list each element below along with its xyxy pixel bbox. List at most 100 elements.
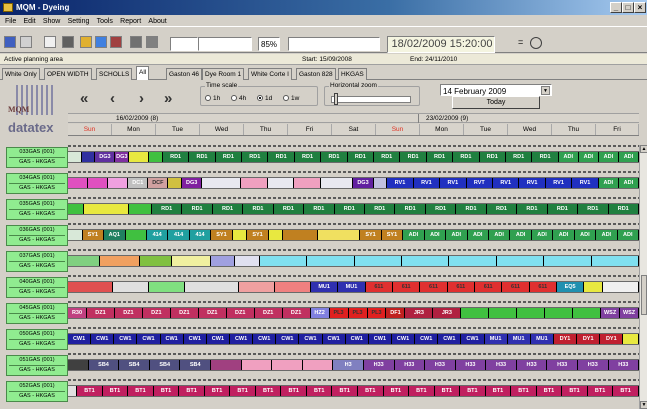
window-icon[interactable] [62,36,74,48]
job-bar[interactable]: MU1 [484,334,508,344]
print-icon[interactable] [130,36,142,48]
job-bar[interactable]: RD1 [162,152,190,162]
job-bar[interactable] [83,204,129,214]
job-bar[interactable]: RD1 [294,152,322,162]
tab-dye-room-1[interactable]: Dye Room 1 [202,68,245,80]
job-bar[interactable]: SB4 [149,360,181,370]
job-bar[interactable]: CW1 [391,334,416,344]
job-bar[interactable] [496,256,545,266]
edit-icon[interactable] [80,36,92,48]
job-bar[interactable]: SB4 [119,360,150,370]
job-bar[interactable]: RD1 [182,204,213,214]
job-bar[interactable]: RV1 [387,178,414,188]
job-bar[interactable]: AQ1 [104,230,126,240]
job-bar[interactable]: MU1 [530,334,554,344]
clock-icon[interactable] [530,37,542,49]
job-bar[interactable] [591,256,640,266]
job-bar[interactable]: ADI [510,230,532,240]
timescale-1d-radio[interactable]: 1d [257,95,272,102]
job-bar[interactable]: 611 [420,282,448,292]
job-bar[interactable]: SB4 [88,360,120,370]
job-bar[interactable]: ADI [553,230,575,240]
job-bar[interactable]: SY1 [247,230,269,240]
job-bar[interactable]: DY1 [553,334,578,344]
job-bar[interactable]: H33 [486,360,517,370]
job-bar[interactable] [171,256,212,266]
job-bar[interactable]: ADI [531,230,554,240]
job-bar[interactable]: DG3 [115,152,130,162]
job-bar[interactable]: CW1 [206,334,230,344]
horizontal-zoom-slider[interactable] [331,96,411,103]
menu-report[interactable]: Report [120,18,141,25]
job-bar[interactable]: DY1 [600,334,624,344]
job-bar[interactable] [211,256,236,266]
job-bar[interactable]: 611 [365,282,393,292]
job-bar[interactable]: 611 [529,282,557,292]
job-bar[interactable]: RV1 [572,178,599,188]
job-bar[interactable]: RD1 [273,204,305,214]
job-bar[interactable]: DZ1 [86,308,115,318]
job-bar[interactable]: RVT [466,178,493,188]
resource-item[interactable]: 040GAS (001) GAS - HKGAS [6,277,68,298]
job-bar[interactable]: MU1 [507,334,531,344]
resource-item[interactable]: 051GAS (001) GAS - HKGAS [6,355,68,376]
job-bar[interactable]: H33 [363,360,395,370]
job-bar[interactable]: RV1 [493,178,520,188]
job-bar[interactable] [489,308,518,318]
job-bar[interactable] [211,360,242,370]
job-bar[interactable]: 414 [189,230,212,240]
tab-gaston-46[interactable]: Gaston 46 [166,68,202,80]
job-bar[interactable]: CW1 [114,334,138,344]
resource-item[interactable]: 052GAS (001) GAS - HKGAS [6,381,68,402]
job-bar[interactable] [461,308,490,318]
job-bar[interactable] [235,256,260,266]
job-bar[interactable]: RD1 [268,152,295,162]
job-bar[interactable]: MU1 [311,282,339,292]
job-bar[interactable]: ADI [618,178,639,188]
menu-file[interactable]: File [5,18,16,25]
job-bar[interactable]: RD1 [334,204,366,214]
job-bar[interactable]: ADI [574,230,597,240]
job-bar[interactable]: 414 [146,230,169,240]
job-bar[interactable]: DZ1 [142,308,171,318]
job-bar[interactable]: BT1 [358,386,384,396]
scroll-up-arrow-icon[interactable]: ▲ [640,145,647,153]
job-bar[interactable]: DC1 [128,178,149,188]
job-bar[interactable]: CW1 [368,334,392,344]
job-bar[interactable]: DZ1 [198,308,227,318]
job-bar[interactable]: RD1 [608,204,639,214]
job-bar[interactable]: CW1 [438,334,462,344]
job-bar[interactable]: R30 [68,308,87,318]
job-bar[interactable]: ADI [446,230,468,240]
job-bar[interactable]: ADI [598,152,619,162]
timescale-1h-radio[interactable]: 1h [205,95,220,102]
job-bar[interactable]: BT1 [485,386,512,396]
job-bar[interactable]: BT1 [128,386,154,396]
job-bar[interactable]: BT1 [613,386,639,396]
job-bar[interactable]: CW1 [415,334,439,344]
job-bar[interactable]: ADI [598,178,619,188]
job-bar[interactable]: HZ2 [310,308,330,318]
job-bar[interactable]: BT1 [511,386,537,396]
job-bar[interactable]: CW1 [229,334,254,344]
date-picker[interactable]: 14 February 2009 ▼ [440,84,552,96]
tab-hkgas[interactable]: HKGAS [338,68,367,80]
today-button[interactable]: Today [452,96,540,109]
resource-item[interactable]: 035GAS (001) GAS - HKGAS [6,199,68,220]
save-icon[interactable] [4,36,16,48]
job-bar[interactable]: BT1 [434,386,461,396]
job-bar[interactable]: SY1 [381,230,404,240]
last-page-button[interactable]: » [164,90,172,107]
job-bar[interactable] [373,178,388,188]
job-bar[interactable]: H33 [577,360,609,370]
scroll-down-arrow-icon[interactable]: ▼ [640,401,647,409]
job-bar[interactable]: ADI [424,230,447,240]
job-bar[interactable]: RD1 [365,204,396,214]
resource-item[interactable]: 037GAS (001) GAS - HKGAS [6,251,68,272]
job-bar[interactable] [573,308,602,318]
job-bar[interactable] [307,256,355,266]
tab-gaston-828[interactable]: Gaston 828 [296,68,336,80]
job-bar[interactable]: PL3 [348,308,368,318]
job-bar[interactable]: SB4 [180,360,212,370]
job-bar[interactable]: RD1 [425,204,457,214]
